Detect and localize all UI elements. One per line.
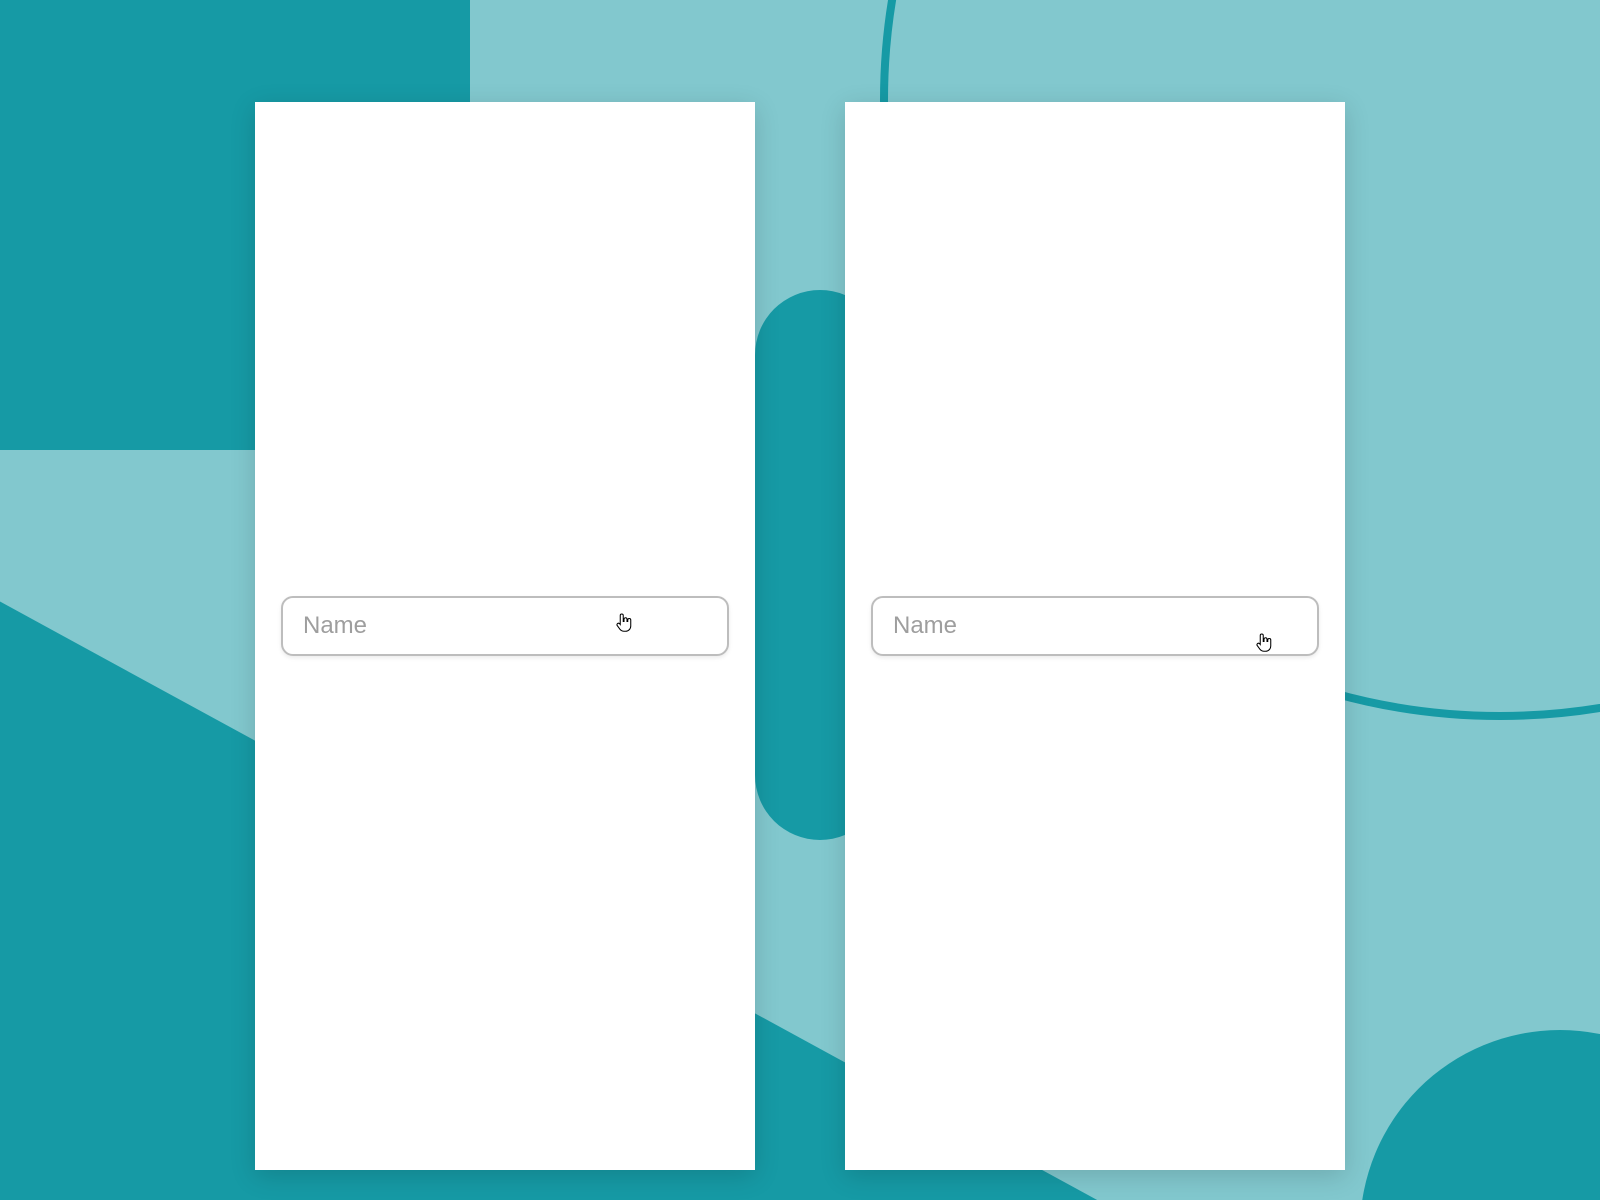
panel-left <box>255 102 755 1170</box>
name-input[interactable] <box>281 596 729 656</box>
name-input[interactable] <box>871 596 1319 656</box>
panel-right <box>845 102 1345 1170</box>
name-input-wrap <box>871 596 1319 656</box>
stage <box>0 0 1600 1200</box>
name-input-wrap <box>281 596 729 656</box>
